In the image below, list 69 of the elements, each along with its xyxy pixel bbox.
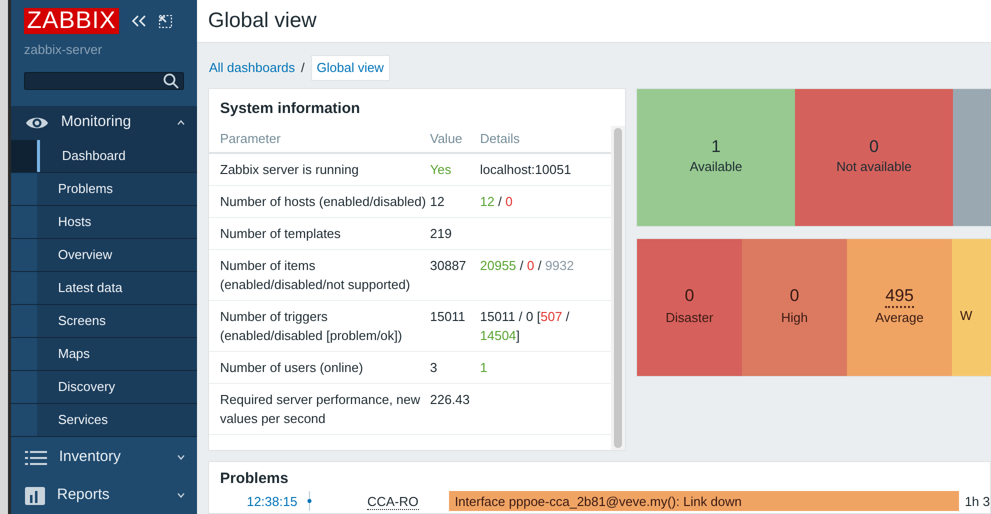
- page-title: Global view: [208, 8, 317, 34]
- problem-description[interactable]: Interface pppoe-cca_2b81@veve.my(): Link down: [448, 491, 959, 511]
- menu-section-label: Reports: [57, 485, 111, 506]
- search-icon: [163, 72, 179, 88]
- table-cell-text: 12 / 0: [480, 193, 514, 211]
- menu-item[interactable]: Latest data: [37, 272, 197, 304]
- table-cell-text: Yes: [430, 161, 452, 179]
- table-cell-text: Number of hosts (enabled/disabled): [219, 193, 427, 211]
- breadcrumb-separator: /: [301, 59, 305, 77]
- column-header: Details: [480, 130, 521, 148]
- table-cell-text: Number of users (online): [219, 359, 364, 377]
- tile-count: 0: [790, 286, 800, 308]
- menu-section-label: Inventory: [59, 447, 122, 468]
- table-cell-text: Number of templates: [219, 225, 342, 243]
- server-name: zabbix-server: [23, 41, 104, 59]
- caret-down-icon: [177, 493, 185, 498]
- menu-item[interactable]: Dashboard: [37, 140, 197, 172]
- caret-up-icon: [177, 120, 185, 125]
- table-cell-text: 1: [480, 359, 488, 377]
- menu-item[interactable]: Discovery: [37, 370, 197, 402]
- problem-host[interactable]: CCA-RO: [367, 494, 449, 508]
- problem-duration: 1h 3: [964, 494, 990, 508]
- menu-item[interactable]: Maps: [37, 338, 197, 370]
- menu-section[interactable]: Monitoring: [11, 106, 197, 140]
- menu-item[interactable]: Overview: [37, 238, 197, 270]
- logo[interactable]: ZABBIX: [24, 8, 119, 34]
- timeline-dot: [307, 491, 312, 511]
- menu-section-label: Monitoring: [61, 112, 132, 132]
- menu-item[interactable]: Problems: [37, 172, 197, 204]
- table-cell-text: Zabbix server is running: [219, 161, 360, 179]
- menu-item[interactable]: Screens: [37, 304, 197, 336]
- tile-count: 1: [711, 137, 721, 158]
- tile-label: W: [959, 307, 972, 326]
- tile-count: 0: [684, 286, 694, 308]
- chart-icon: [25, 486, 45, 504]
- menu-item[interactable]: Services: [37, 404, 197, 436]
- column-header: Value: [430, 130, 464, 148]
- table-cell-text: 30887: [430, 257, 468, 275]
- search-field[interactable]: [24, 72, 184, 90]
- tile-label: Not available: [836, 158, 912, 176]
- widget-title: System information: [219, 98, 362, 118]
- table-cell-text: 219: [430, 225, 453, 243]
- table-cell-text: Number of items (enabled/disabled/not supported): [219, 257, 412, 294]
- list-icon: [25, 450, 47, 464]
- tile-label: High: [781, 309, 808, 328]
- tile-label: Disaster: [666, 309, 714, 328]
- table-cell-text: 226.43: [430, 391, 471, 409]
- problem-time[interactable]: 12:38:15: [209, 494, 298, 508]
- table-cell-text: localhost:10051: [480, 161, 572, 179]
- scrollbar[interactable]: [611, 126, 625, 450]
- tile-label: Available: [690, 158, 742, 176]
- table-cell-text: 3: [430, 359, 438, 377]
- table-cell-text: Number of triggers (enabled/disabled [problem/ok]): [219, 308, 404, 345]
- table-cell-text: Required server performance, new values per second: [219, 391, 422, 428]
- breadcrumb-link[interactable]: All dashboards: [209, 55, 295, 80]
- menu-item[interactable]: Hosts: [37, 206, 197, 238]
- tile-count: 0: [869, 137, 879, 158]
- tile-label: Average: [875, 309, 924, 328]
- column-header: Parameter: [219, 130, 282, 148]
- fullscreen-icon[interactable]: [158, 14, 172, 28]
- table-cell-text: 15011 / 0 [507 / 14504]: [480, 308, 570, 345]
- breadcrumb-link[interactable]: Global view: [310, 55, 390, 80]
- table-cell-text: 15011: [430, 308, 466, 326]
- table-cell-text: 12: [430, 193, 446, 211]
- tile-count[interactable]: 495: [885, 286, 914, 308]
- widget-title: Problems: [219, 468, 290, 488]
- table-cell-text: 20955 / 0 / 9932: [480, 257, 575, 275]
- collapse-icon[interactable]: [130, 15, 147, 27]
- caret-down-icon: [177, 455, 185, 460]
